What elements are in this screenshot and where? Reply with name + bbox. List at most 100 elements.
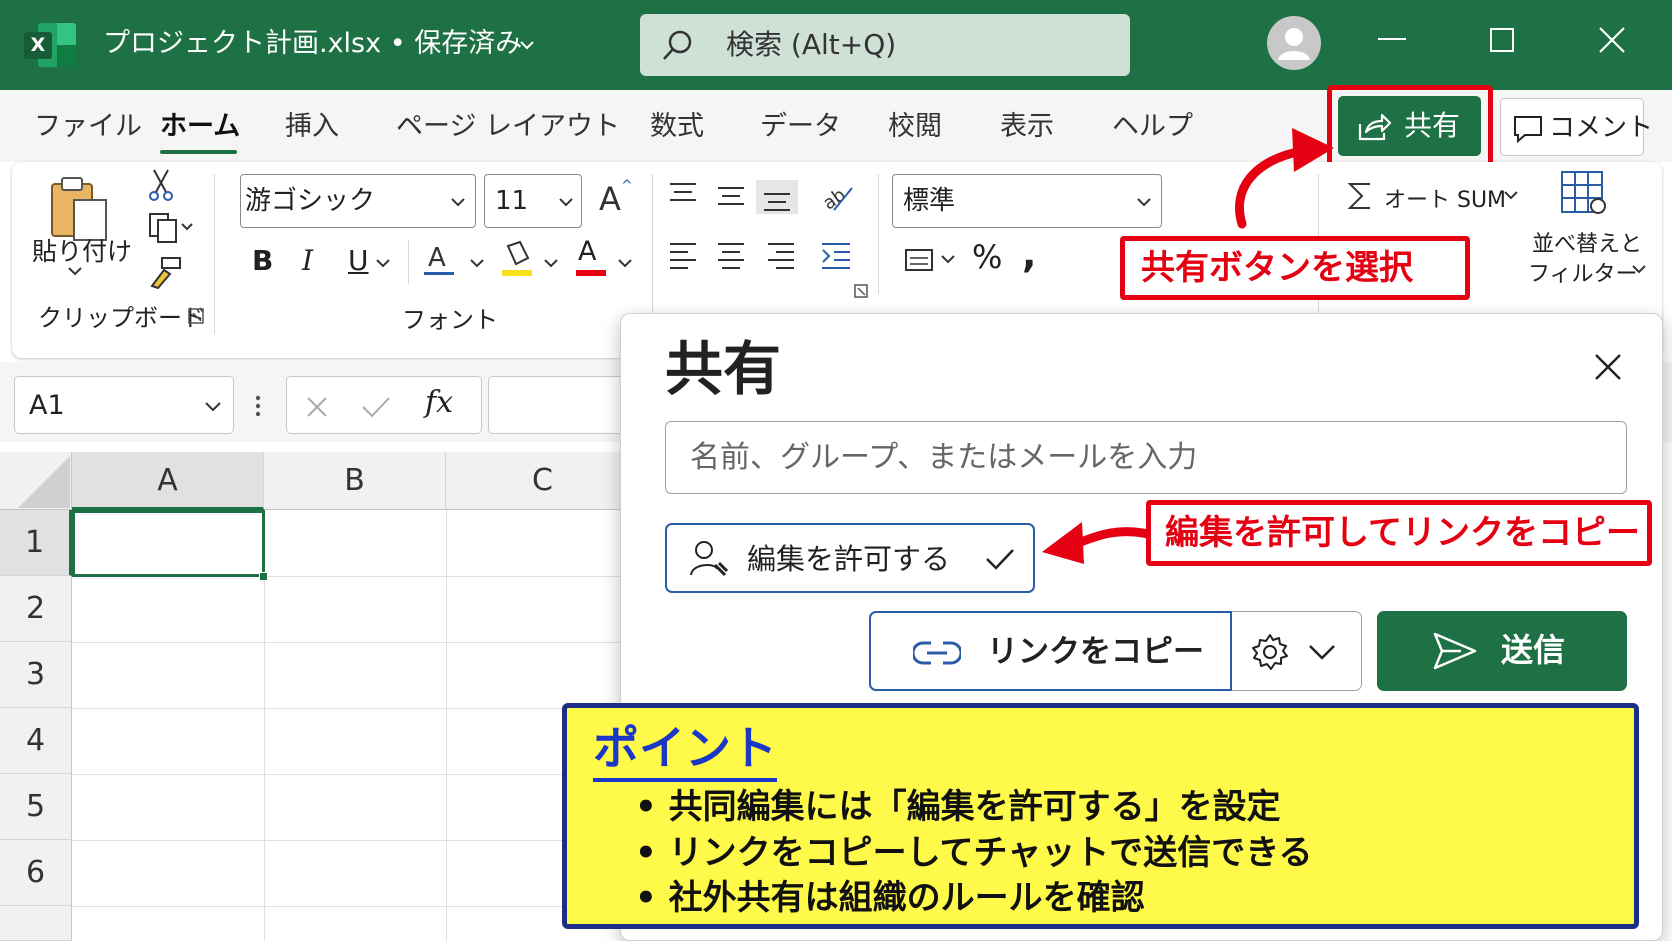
tab-page-layout[interactable]: ページ レイアウト [396, 108, 620, 146]
accounting-format-icon[interactable] [904, 246, 960, 276]
row-header-7[interactable] [0, 906, 72, 941]
chevron-down-icon[interactable] [470, 258, 484, 268]
callout-arrow-link [1042, 522, 1152, 564]
comment-button[interactable]: コメント [1500, 98, 1653, 156]
active-tab-indicator [160, 150, 237, 154]
fill-handle[interactable] [259, 572, 268, 581]
excel-app-icon[interactable]: X [24, 23, 76, 67]
tab-file[interactable]: ファイル [34, 108, 142, 146]
more-options-icon[interactable] [254, 394, 262, 418]
italic-button[interactable]: I [302, 244, 313, 277]
row-header-1[interactable]: 1 [0, 510, 72, 576]
tab-review[interactable]: 校閲 [888, 108, 942, 146]
select-all-corner[interactable] [0, 452, 72, 510]
sort-filter-icon[interactable] [1560, 170, 1608, 216]
svg-text:A: A [599, 180, 621, 216]
people-input[interactable]: 名前、グループ、またはメールを入力 [665, 421, 1627, 494]
chevron-down-icon [205, 402, 221, 411]
row-header-4[interactable]: 4 [0, 708, 72, 774]
point-item-2: • リンクをコピーしてチャットで送信できる [635, 833, 1313, 873]
autosum-label[interactable]: オート SUM [1384, 182, 1506, 214]
chevron-down-icon[interactable] [376, 258, 390, 268]
share-callout: 共有ボタンを選択 [1120, 236, 1470, 300]
format-painter-icon[interactable] [148, 256, 184, 290]
insert-function-button[interactable]: fx [425, 385, 453, 420]
chevron-down-icon[interactable] [544, 258, 558, 268]
permission-dropdown[interactable]: 編集を許可する [665, 523, 1035, 593]
person-edit-icon [690, 541, 729, 577]
close-window-button[interactable] [1598, 26, 1626, 54]
people-input-placeholder: 名前、グループ、またはメールを入力 [690, 440, 1198, 475]
link-icon [913, 641, 961, 665]
dialog-launcher-icon[interactable] [188, 308, 204, 324]
share-dialog-title: 共有 [665, 335, 782, 403]
maximize-button[interactable] [1490, 28, 1514, 52]
column-header-a[interactable]: A [72, 452, 264, 510]
tab-home[interactable]: ホーム [160, 108, 240, 146]
formula-actions: fx [286, 376, 482, 434]
column-header-c[interactable]: C [446, 452, 640, 510]
svg-text:A: A [428, 243, 446, 273]
check-icon [986, 549, 1014, 570]
chevron-down-icon[interactable] [618, 258, 632, 268]
share-icon [1358, 113, 1392, 141]
document-title[interactable]: プロジェクト計画.xlsx • 保存済み [103, 24, 522, 64]
column-header-b[interactable]: B [264, 452, 446, 510]
row-header-6[interactable]: 6 [0, 840, 72, 906]
clipboard-group-label: クリップボード [38, 304, 206, 332]
tab-formulas[interactable]: 数式 [650, 108, 704, 146]
font-color-icon[interactable]: A [576, 236, 606, 278]
font-name-select[interactable]: 游ゴシック [240, 174, 476, 228]
link-settings-button[interactable] [1232, 611, 1362, 691]
increase-font-size-icon[interactable]: A ^ [597, 176, 633, 216]
send-button[interactable]: 送信 [1377, 611, 1627, 691]
row-header-5[interactable]: 5 [0, 774, 72, 840]
chevron-down-icon[interactable] [1504, 190, 1518, 200]
number-format-select[interactable]: 標準 [892, 174, 1162, 228]
enter-check-icon[interactable] [361, 395, 391, 419]
sort-filter-label-1[interactable]: 並べ替えと [1532, 226, 1642, 258]
minimize-button[interactable] [1378, 38, 1406, 40]
indent-icon[interactable] [820, 240, 854, 274]
user-avatar[interactable] [1267, 16, 1321, 70]
copy-link-button[interactable]: リンクをコピー [869, 611, 1232, 691]
underline-button[interactable]: U [348, 244, 369, 277]
callout-arrow-share [1235, 128, 1334, 229]
fill-color-icon[interactable] [500, 238, 536, 278]
row-header-2[interactable]: 2 [0, 576, 72, 642]
cut-icon[interactable] [148, 168, 174, 202]
chevron-down-icon[interactable] [1632, 264, 1646, 274]
horizontal-align-icons[interactable] [668, 240, 798, 274]
percent-style-button[interactable]: % [972, 238, 1002, 276]
excel-icon-letter: X [24, 32, 52, 59]
borders-icon[interactable]: A [422, 238, 458, 278]
close-icon[interactable] [1593, 352, 1623, 382]
font-size-value: 11 [495, 186, 529, 216]
selected-cell-a1[interactable] [72, 510, 265, 577]
sort-filter-label-2[interactable]: フィルター [1528, 256, 1638, 288]
tab-insert[interactable]: 挿入 [285, 108, 339, 146]
chevron-down-icon [1309, 645, 1335, 660]
autosum-icon[interactable] [1346, 180, 1374, 212]
cancel-icon[interactable] [305, 395, 329, 419]
comma-style-button[interactable]: , [1022, 232, 1036, 276]
chevron-down-icon[interactable] [68, 266, 82, 276]
font-size-select[interactable]: 11 [484, 174, 582, 228]
search-placeholder: 検索 (Alt+Q) [726, 28, 897, 61]
tab-view[interactable]: 表示 [1000, 108, 1054, 146]
chevron-down-icon[interactable] [520, 38, 534, 52]
copy-icon[interactable] [148, 212, 196, 244]
vertical-align-icons[interactable] [668, 180, 798, 214]
dialog-launcher-icon[interactable] [854, 284, 868, 298]
bold-button[interactable]: B [252, 244, 273, 277]
search-box[interactable]: 検索 (Alt+Q) [640, 14, 1130, 76]
row-header-3[interactable]: 3 [0, 642, 72, 708]
name-box[interactable]: A1 [14, 376, 234, 434]
number-format-value: 標準 [903, 186, 956, 216]
share-button[interactable]: 共有 [1338, 96, 1481, 156]
paste-label[interactable]: 貼り付け [32, 232, 132, 268]
tab-help[interactable]: ヘルプ [1112, 108, 1193, 146]
copy-link-label: リンクをコピー [987, 634, 1204, 670]
tab-data[interactable]: データ [760, 108, 841, 146]
orientation-icon[interactable]: ab [820, 180, 854, 214]
